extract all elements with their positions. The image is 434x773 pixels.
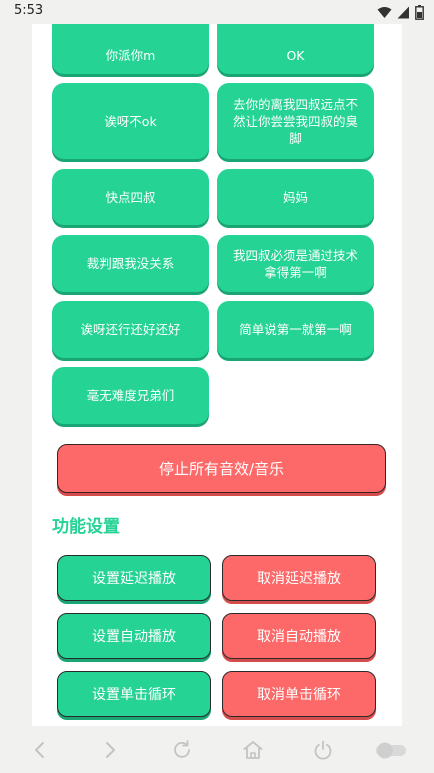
stop-all-label: 停止所有音效/音乐 bbox=[158, 460, 285, 478]
sound-button-label: 我四叔必须是通过技术拿得第一啊 bbox=[232, 247, 358, 280]
cancel-click-loop-button[interactable]: 取消单击循环 bbox=[222, 671, 376, 717]
sound-button[interactable]: 诶呀还行还好还好 bbox=[52, 301, 209, 358]
status-icons bbox=[377, 4, 424, 20]
sound-button[interactable]: 毫无难度兄弟们 bbox=[52, 367, 209, 424]
button-label: 设置单击循环 bbox=[92, 687, 176, 703]
cancel-auto-play-button[interactable]: 取消自动播放 bbox=[222, 613, 376, 659]
toggle-icon[interactable] bbox=[374, 738, 408, 762]
button-label: 取消自动播放 bbox=[257, 629, 341, 645]
set-auto-play-button[interactable]: 设置自动播放 bbox=[57, 613, 211, 659]
set-delay-play-button[interactable]: 设置延迟播放 bbox=[57, 555, 211, 601]
sound-button-label: 诶呀不ok bbox=[104, 113, 157, 129]
sound-button[interactable]: OK bbox=[217, 24, 374, 74]
sound-button-label: 毫无难度兄弟们 bbox=[86, 388, 175, 403]
sound-button-label: 裁判跟我没关系 bbox=[86, 256, 175, 271]
button-label: 取消延迟播放 bbox=[257, 571, 341, 587]
status-bar: 5:53 bbox=[0, 0, 434, 24]
sound-button[interactable]: 简单说第一就第一啊 bbox=[217, 301, 374, 358]
sound-button[interactable]: 我四叔必须是通过技术拿得第一啊 bbox=[217, 235, 374, 292]
status-time: 5:53 bbox=[14, 3, 44, 18]
sound-button[interactable]: 诶呀不ok bbox=[52, 83, 209, 159]
battery-icon bbox=[415, 4, 424, 20]
sound-button-label: 妈妈 bbox=[282, 189, 308, 205]
sound-button-label: 你派你m bbox=[105, 47, 156, 63]
forward-icon[interactable] bbox=[98, 738, 122, 762]
sound-button[interactable]: 妈妈 bbox=[217, 169, 374, 225]
section-title: 功能设置 bbox=[52, 517, 120, 537]
sound-button[interactable]: 你派你m bbox=[52, 24, 209, 74]
button-label: 设置自动播放 bbox=[92, 629, 176, 645]
refresh-icon[interactable] bbox=[170, 738, 194, 762]
button-label: 设置延迟播放 bbox=[92, 571, 176, 587]
home-icon[interactable] bbox=[241, 738, 265, 762]
button-label: 取消单击循环 bbox=[257, 687, 341, 703]
sound-button[interactable]: 去你的离我四叔远点不然让你尝尝我四叔的臭脚 bbox=[217, 83, 374, 159]
stop-all-button[interactable]: 停止所有音效/音乐 bbox=[57, 444, 386, 493]
sound-button[interactable]: 裁判跟我没关系 bbox=[52, 235, 209, 292]
nav-bar bbox=[0, 726, 434, 773]
power-icon[interactable] bbox=[311, 738, 335, 762]
cancel-delay-play-button[interactable]: 取消延迟播放 bbox=[222, 555, 376, 601]
main-card: 你派你m OK 诶呀不ok 去你的离我四叔远点不然让你尝尝我四叔的臭脚 快点四叔… bbox=[32, 24, 402, 726]
back-icon[interactable] bbox=[28, 738, 52, 762]
sound-button[interactable]: 快点四叔 bbox=[52, 169, 209, 225]
wifi-icon bbox=[377, 6, 392, 18]
sound-button-label: 诶呀还行还好还好 bbox=[80, 322, 181, 337]
sound-button-label: 快点四叔 bbox=[105, 189, 156, 205]
set-click-loop-button[interactable]: 设置单击循环 bbox=[57, 671, 211, 717]
sound-button-label: OK bbox=[286, 47, 305, 63]
sound-button-label: 简单说第一就第一啊 bbox=[239, 322, 352, 337]
sound-button-label: 去你的离我四叔远点不然让你尝尝我四叔的臭脚 bbox=[232, 96, 358, 146]
signal-icon bbox=[397, 6, 409, 18]
